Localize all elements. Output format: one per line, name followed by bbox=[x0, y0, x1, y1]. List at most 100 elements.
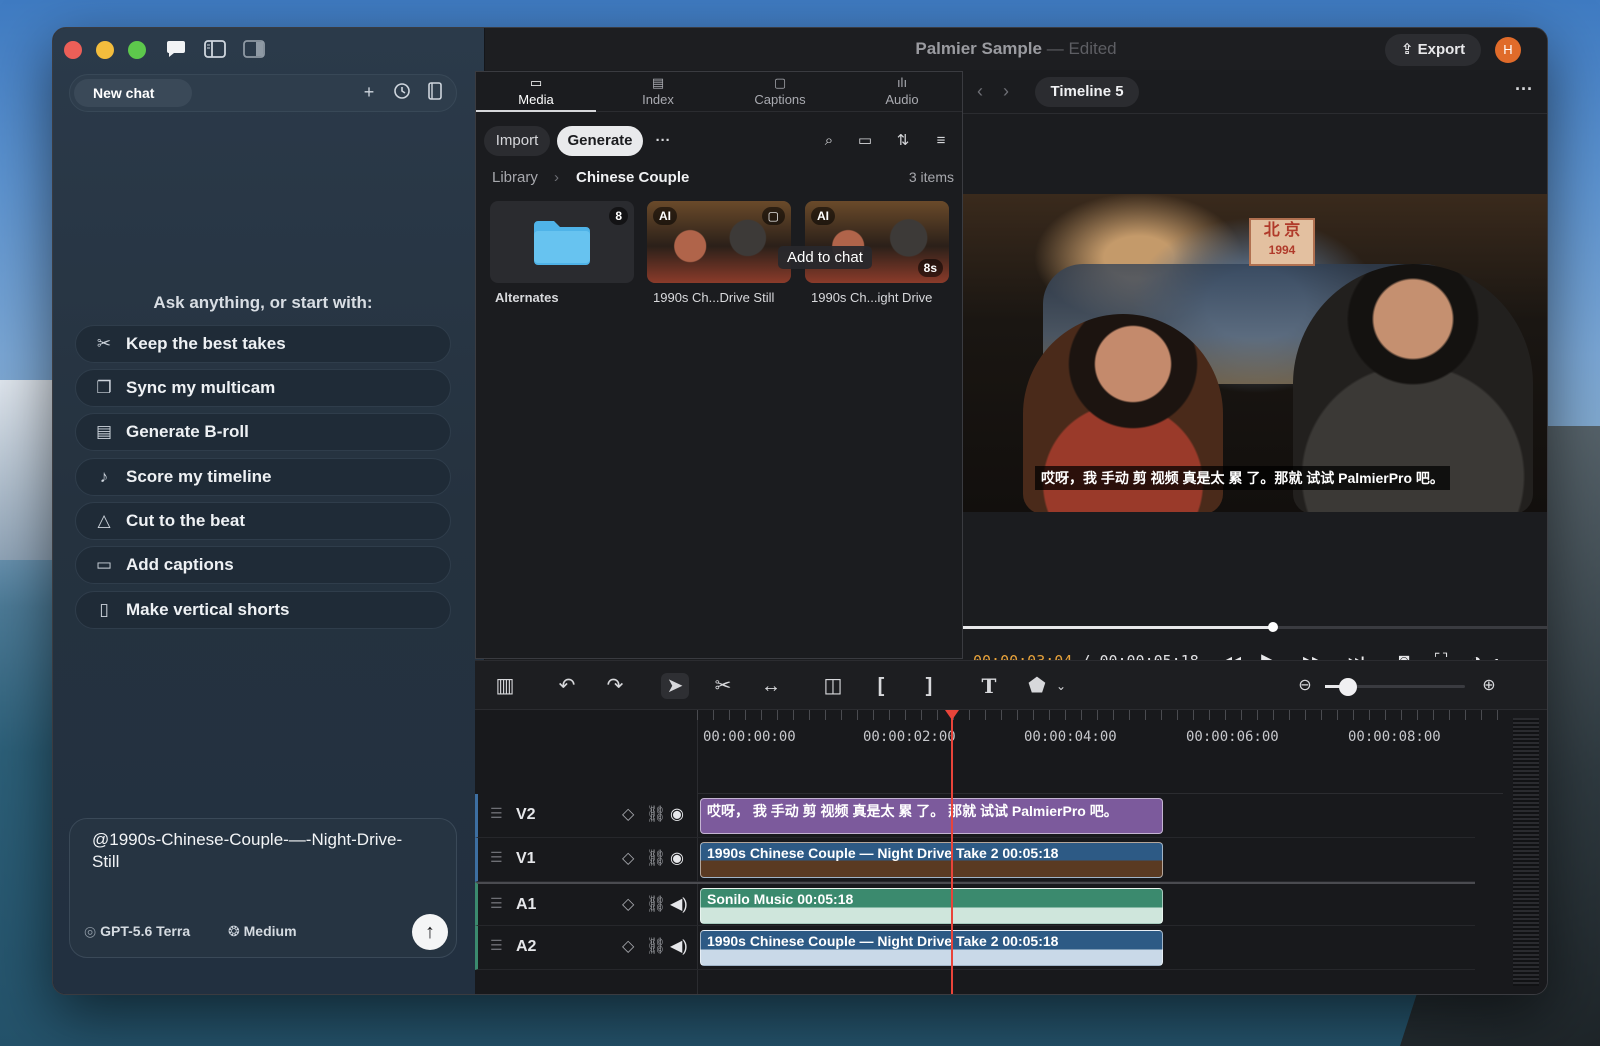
timeline-name-tab[interactable]: Timeline 5 bbox=[1035, 77, 1139, 107]
undo-icon[interactable]: ↶ bbox=[553, 673, 581, 699]
ai-badge: AI bbox=[653, 207, 677, 225]
text-tool-icon[interactable]: T bbox=[975, 673, 1003, 699]
zoom-slider-handle[interactable] bbox=[1339, 678, 1357, 696]
suggestion-add-captions[interactable]: ▭ Add captions bbox=[75, 546, 451, 584]
link-icon[interactable]: ⛓ bbox=[646, 848, 666, 868]
export-button[interactable]: ⇪ Export bbox=[1385, 34, 1481, 66]
scissors-icon: ✂ bbox=[96, 334, 112, 353]
search-icon[interactable]: ⌕ bbox=[814, 126, 844, 156]
speaker-icon[interactable]: ◀) bbox=[670, 894, 688, 914]
new-chat-bar: New chat + bbox=[69, 74, 457, 112]
media-panel: ▭ Media ▤ Index ▢ Captions ılı Audio Import … bbox=[475, 71, 963, 659]
composer-input[interactable]: @1990s-Chinese-Couple-—-Night-Drive-Stil… bbox=[92, 829, 422, 873]
zoom-window-button[interactable] bbox=[128, 41, 146, 59]
drag-handle-icon[interactable]: ☰ bbox=[490, 805, 503, 822]
close-window-button[interactable] bbox=[64, 41, 82, 59]
chevron-down-icon[interactable]: ⌄ bbox=[1047, 673, 1075, 699]
folder-tile-alternates[interactable]: 8 bbox=[490, 201, 634, 283]
suggestion-keep-best-takes[interactable]: ✂ Keep the best takes bbox=[75, 325, 451, 363]
select-tool-icon[interactable]: ➤ bbox=[661, 673, 689, 699]
folder-icon: ▭ bbox=[529, 75, 543, 90]
audio-meter bbox=[1513, 718, 1539, 986]
eye-icon[interactable]: ◉ bbox=[670, 848, 684, 868]
audio-clip[interactable]: 1990s Chinese Couple — Night Drive Take … bbox=[700, 930, 1163, 966]
share-icon: ⇪ bbox=[1400, 41, 1414, 58]
scrub-handle[interactable] bbox=[1267, 622, 1278, 632]
more-icon[interactable]: ··· bbox=[648, 126, 678, 156]
folder-icon bbox=[534, 221, 590, 265]
suggestion-generate-broll[interactable]: ▤ Generate B-roll bbox=[75, 413, 451, 451]
caption-clip[interactable]: 哎呀， 我 手动 剪 视频 真是太 累 了。 那就 试试 PalmierPro … bbox=[700, 798, 1163, 834]
tile-label: 1990s Ch...Drive Still bbox=[653, 290, 775, 305]
breadcrumb-library[interactable]: Library bbox=[492, 169, 538, 186]
tab-captions[interactable]: ▢ Captions bbox=[720, 72, 840, 112]
sort-icon[interactable]: ⇅ bbox=[888, 126, 918, 156]
keyframe-icon[interactable]: ◇ bbox=[622, 936, 634, 956]
track-a2: ☰ A2 ◇ ⛓ ◀) 1990s Chinese Couple — Night… bbox=[475, 926, 1475, 970]
track-a1: ☰ A1 ◇ ⛓ ◀) Sonilo Music 00:05:18 bbox=[475, 882, 1475, 926]
back-icon[interactable]: ‹ bbox=[977, 81, 983, 102]
metronome-icon: △ bbox=[97, 511, 111, 530]
forward-icon[interactable]: › bbox=[1003, 81, 1009, 102]
media-bin-icon[interactable]: ▥ bbox=[491, 673, 519, 699]
more-icon[interactable]: ··· bbox=[1515, 79, 1533, 100]
history-icon[interactable] bbox=[391, 82, 413, 105]
link-icon[interactable]: ⛓ bbox=[646, 804, 666, 824]
mark-in-icon[interactable]: [ bbox=[867, 673, 895, 699]
plus-icon[interactable]: + bbox=[358, 82, 380, 103]
effort-selector[interactable]: ❂ Medium bbox=[228, 923, 297, 940]
suggestion-score-timeline[interactable]: ♪ Score my timeline bbox=[75, 458, 451, 496]
playhead[interactable] bbox=[951, 710, 953, 994]
video-frame[interactable]: 北 京 1994 哎呀，我 手动 剪 视频 真是太 累 了。那就 试试 Palmi… bbox=[963, 194, 1547, 512]
media-tile-video[interactable]: AI 8s bbox=[805, 201, 949, 283]
mark-out-icon[interactable]: ] bbox=[915, 673, 943, 699]
media-tile-still[interactable]: AI ▢ bbox=[647, 201, 791, 283]
link-icon[interactable]: ⛓ bbox=[646, 936, 666, 956]
music-clip[interactable]: Sonilo Music 00:05:18 bbox=[700, 888, 1163, 924]
app-window: New chat + Ask anything, or start with: … bbox=[52, 27, 1548, 995]
zoom-out-icon[interactable]: ⊖ bbox=[1291, 673, 1319, 699]
right-sidebar-icon[interactable] bbox=[243, 40, 265, 60]
speaker-icon[interactable]: ◀) bbox=[670, 936, 688, 956]
taxi-sign: 北 京 1994 bbox=[1249, 218, 1315, 266]
folder-add-icon[interactable]: ▭ bbox=[850, 126, 880, 156]
suggestion-vertical-shorts[interactable]: ▯ Make vertical shorts bbox=[75, 591, 451, 629]
drag-handle-icon[interactable]: ☰ bbox=[490, 849, 503, 866]
notebook-icon[interactable] bbox=[424, 82, 446, 105]
tile-label: Alternates bbox=[495, 290, 559, 305]
keyframe-icon[interactable]: ◇ bbox=[622, 804, 634, 824]
avatar[interactable]: H bbox=[1495, 37, 1521, 63]
zoom-in-icon[interactable]: ⊕ bbox=[1475, 673, 1503, 699]
model-selector[interactable]: ◎ GPT-5.6 Terra bbox=[84, 923, 190, 940]
import-button[interactable]: Import bbox=[484, 126, 550, 156]
tab-index[interactable]: ▤ Index bbox=[598, 72, 718, 112]
generate-button[interactable]: Generate bbox=[557, 126, 643, 156]
drag-handle-icon[interactable]: ☰ bbox=[490, 895, 503, 912]
link-icon[interactable]: ⛓ bbox=[646, 894, 666, 914]
slip-tool-icon[interactable]: ↔ bbox=[757, 673, 785, 699]
keyframe-icon[interactable]: ◇ bbox=[622, 848, 634, 868]
breadcrumb-current: Chinese Couple bbox=[576, 169, 690, 186]
minimize-window-button[interactable] bbox=[96, 41, 114, 59]
blade-tool-icon[interactable]: ✂ bbox=[709, 673, 737, 699]
keyframe-icon[interactable]: ◇ bbox=[622, 894, 634, 914]
background-mountain bbox=[0, 380, 60, 560]
tab-audio[interactable]: ılı Audio bbox=[842, 72, 962, 112]
chat-bubble-icon[interactable]: ▢ bbox=[761, 207, 785, 225]
tab-media[interactable]: ▭ Media bbox=[476, 72, 596, 112]
time-ruler[interactable]: 00:00:00:00 00:00:02:00 00:00:04:00 00:0… bbox=[697, 710, 1503, 794]
video-clip[interactable]: 1990s Chinese Couple — Night Drive Take … bbox=[700, 842, 1163, 878]
send-button[interactable]: ↑ bbox=[412, 914, 448, 950]
eye-icon[interactable]: ◉ bbox=[670, 804, 684, 824]
add-to-chat-tooltip: Add to chat bbox=[778, 246, 872, 269]
redo-icon[interactable]: ↷ bbox=[601, 673, 629, 699]
new-chat-button[interactable]: New chat bbox=[74, 79, 192, 107]
left-sidebar-icon[interactable] bbox=[204, 40, 226, 60]
chat-bubble-icon[interactable] bbox=[165, 40, 187, 60]
suggestion-sync-multicam[interactable]: ❐ Sync my multicam bbox=[75, 369, 451, 407]
caption-bubble-icon: ▢ bbox=[773, 75, 787, 90]
split-icon[interactable]: ◫ bbox=[819, 673, 847, 699]
suggestion-cut-to-beat[interactable]: △ Cut to the beat bbox=[75, 502, 451, 540]
filter-icon[interactable]: ≡ bbox=[926, 126, 956, 156]
drag-handle-icon[interactable]: ☰ bbox=[490, 937, 503, 954]
